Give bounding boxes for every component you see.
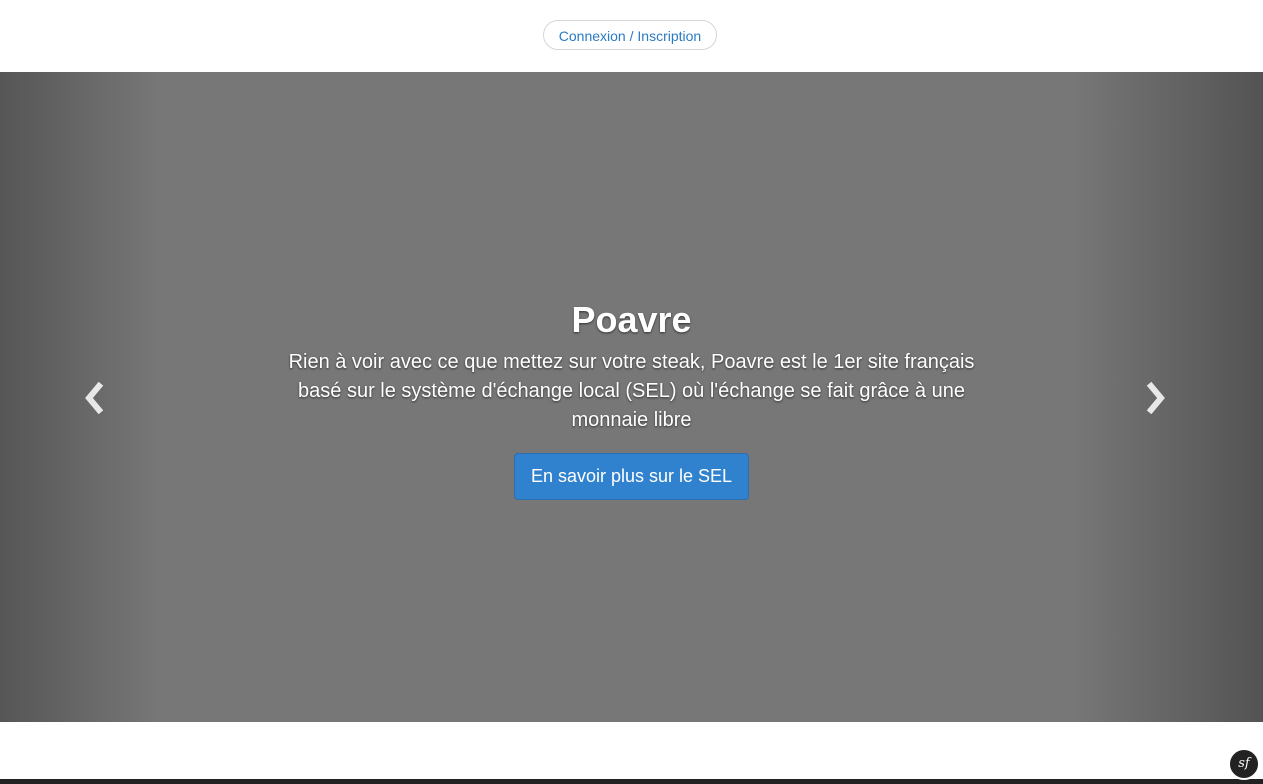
symfony-icon[interactable]: sf [1228, 748, 1260, 780]
hero-carousel: Poavre Rien à voir avec ce que mettez su… [0, 72, 1263, 722]
login-register-link[interactable]: Connexion / Inscription [543, 20, 717, 50]
chevron-right-icon [1146, 382, 1165, 414]
top-header: Connexion / Inscription [0, 0, 1263, 72]
carousel-caption: Poavre Rien à voir avec ce que mettez su… [240, 294, 1023, 500]
carousel-description: Rien à voir avec ce que mettez sur votre… [288, 351, 975, 431]
carousel-title: Poavre [571, 299, 692, 340]
carousel-next-button[interactable] [1136, 378, 1176, 418]
learn-more-button[interactable]: En savoir plus sur le SEL [513, 453, 750, 500]
chevron-left-icon [85, 382, 104, 414]
debug-toolbar-strip [0, 779, 1263, 784]
carousel-prev-button[interactable] [74, 378, 114, 418]
